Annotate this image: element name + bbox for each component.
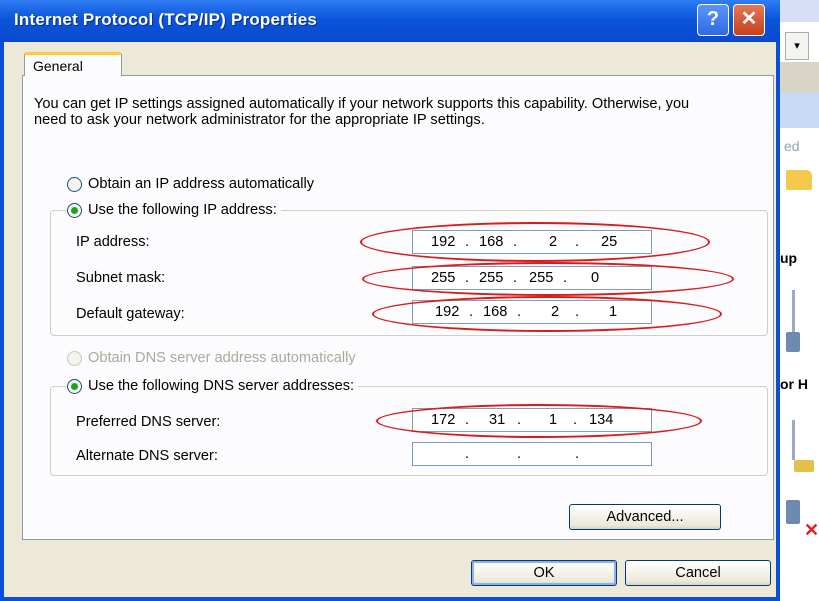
folder-icon [786,170,812,190]
background-window: ▾ ed up or H ✕ [780,0,819,601]
radio-obtain-dns-auto: Obtain DNS server address automatically [67,350,356,366]
error-x-icon: ✕ [804,520,819,540]
advanced-button[interactable]: Advanced... [569,504,721,530]
default-gateway-field[interactable]: 192 . 168 . 2 . 1 [412,300,652,324]
radio-use-following-ip[interactable]: Use the following IP address: [67,202,281,218]
background-toolbar [780,0,819,22]
dialog-title: Internet Protocol (TCP/IP) Properties [14,10,318,29]
cancel-button[interactable]: Cancel [625,560,771,586]
radio-button[interactable] [67,378,82,394]
radio-label: Use the following IP address: [88,202,277,218]
radio-button[interactable] [67,202,82,218]
preferred-dns-label: Preferred DNS server: [76,414,221,430]
radio-label: Obtain DNS server address automatically [88,350,356,366]
network-device-icon [786,500,800,524]
radio-button[interactable] [67,176,82,192]
network-device-icon [786,332,800,352]
ip-address-field[interactable]: 192 . 168 . 2 . 25 [412,230,652,254]
radio-label: Obtain an IP address automatically [88,176,315,192]
tcpip-properties-dialog: Internet Protocol (TCP/IP) Properties ? … [0,0,780,601]
ok-button[interactable]: OK [471,560,617,586]
title-bar[interactable]: Internet Protocol (TCP/IP) Properties ? … [0,0,780,42]
help-icon[interactable]: ? [697,4,729,36]
background-text-fragment: ed [784,138,800,154]
radio-label: Use the following DNS server addresses: [88,378,355,394]
radio-obtain-ip-auto[interactable]: Obtain an IP address automatically [67,176,314,192]
subnet-mask-label: Subnet mask: [76,270,166,286]
ip-address-label: IP address: [76,234,150,250]
background-heading-1: up [780,250,798,266]
connector-line [792,420,795,460]
description-text: You can get IP settings assigned automat… [34,96,690,128]
default-gateway-label: Default gateway: [76,306,185,322]
close-icon[interactable]: ✕ [733,4,765,36]
network-device-icon [794,460,814,472]
background-band [780,62,819,92]
alternate-dns-field[interactable]: . . . [412,442,652,466]
preferred-dns-field[interactable]: 172 . 31 . 1 . 134 [412,408,652,432]
radio-button [67,350,82,366]
alternate-dns-label: Alternate DNS server: [76,448,218,464]
background-heading-2: or H [780,376,808,392]
subnet-mask-field[interactable]: 255 . 255 . 255 . 0 [412,266,652,290]
background-dropdown-button[interactable]: ▾ [785,32,809,60]
tab-general[interactable]: General [24,52,122,76]
dialog-client-area: General You can get IP settings assigned… [4,42,776,597]
radio-use-following-dns[interactable]: Use the following DNS server addresses: [67,378,359,394]
background-band-blue [780,92,819,128]
